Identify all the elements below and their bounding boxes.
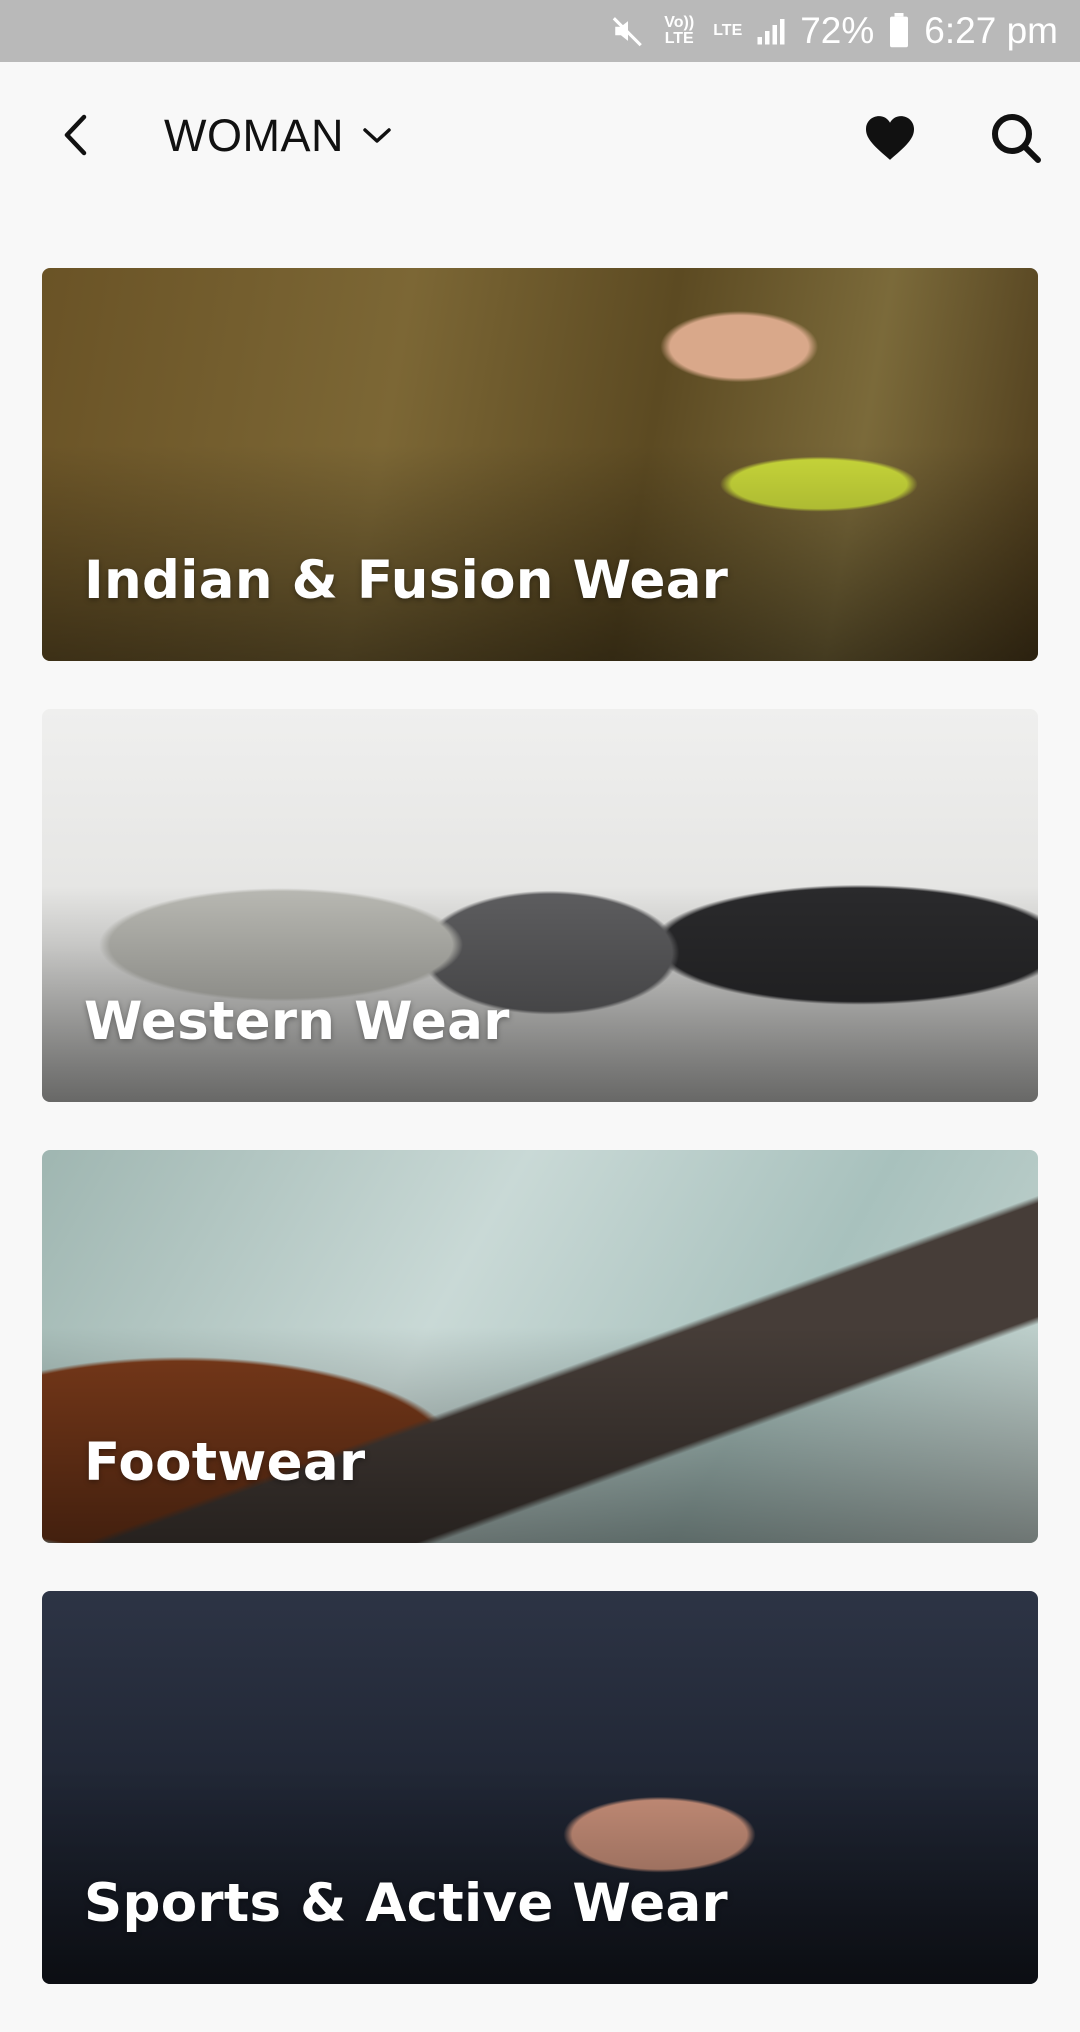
search-icon	[992, 114, 1041, 163]
heart-icon	[866, 116, 914, 160]
category-label: Footwear	[84, 1432, 366, 1493]
battery-icon	[888, 13, 910, 49]
lte-indicator: LTE	[713, 22, 743, 39]
search-button[interactable]	[988, 110, 1044, 166]
signal-icon	[756, 16, 786, 46]
page-title: WOMAN	[164, 110, 344, 161]
category-label: Indian & Fusion Wear	[84, 550, 729, 611]
mute-icon	[611, 14, 645, 48]
battery-percent: 72%	[800, 10, 875, 51]
wishlist-button[interactable]	[862, 112, 918, 164]
volte-indicator: Vo)) LTE	[664, 14, 695, 47]
back-arrow-icon	[64, 114, 87, 156]
back-button[interactable]	[50, 110, 100, 160]
top-app-bar: WOMAN	[0, 62, 1080, 212]
category-list: Indian & Fusion Wear Western Wear Footwe…	[42, 268, 1038, 2032]
category-selector[interactable]: WOMAN	[164, 106, 392, 166]
category-label: Western Wear	[84, 991, 510, 1052]
status-bar: Vo)) LTE LTE 72% 6:27 pm	[0, 0, 1080, 62]
clock: 6:27 pm	[924, 10, 1058, 51]
category-card-indian-fusion[interactable]: Indian & Fusion Wear	[42, 268, 1038, 661]
category-card-footwear[interactable]: Footwear	[42, 1150, 1038, 1543]
category-card-western[interactable]: Western Wear	[42, 709, 1038, 1102]
category-label: Sports & Active Wear	[84, 1873, 728, 1934]
chevron-down-icon	[362, 127, 392, 145]
category-card-sports[interactable]: Sports & Active Wear	[42, 1591, 1038, 1984]
